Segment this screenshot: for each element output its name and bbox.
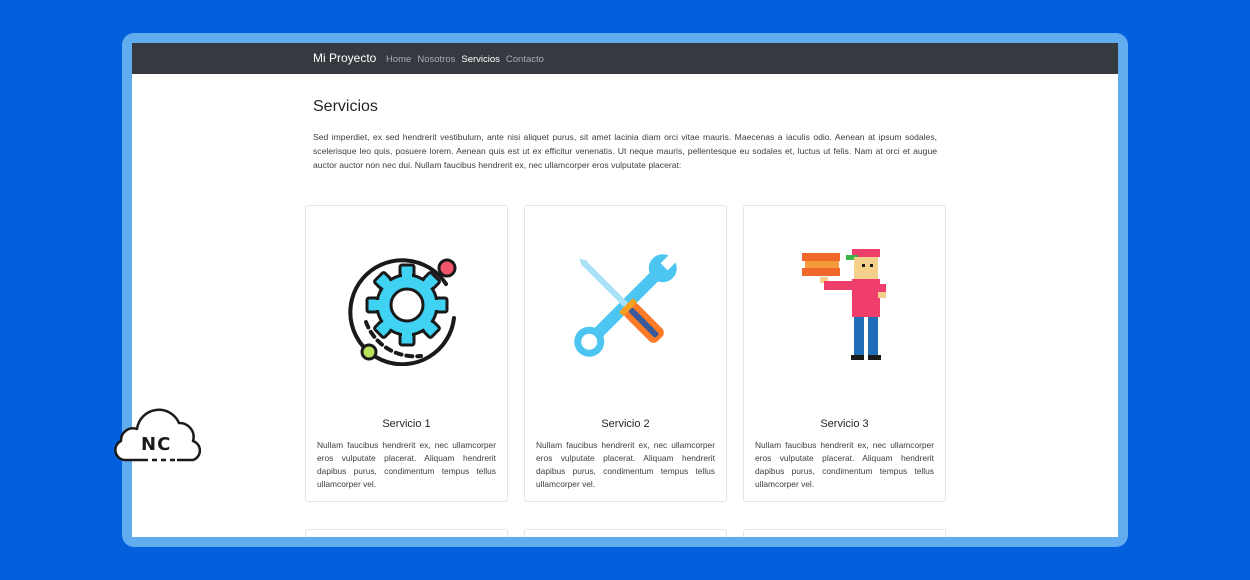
nav-link-nosotros[interactable]: Nosotros	[417, 54, 455, 65]
web-page: Mi Proyecto Home Nosotros Servicios Cont…	[132, 43, 1118, 537]
service-card-1: Servicio 1 Nullam faucibus hendrerit ex,…	[305, 205, 508, 502]
nav-link-servicios[interactable]: Servicios	[461, 54, 500, 65]
delivery-person-icon	[802, 249, 886, 360]
nav-link-home[interactable]: Home	[386, 54, 411, 65]
card-text: Nullam faucibus hendrerit ex, nec ullamc…	[536, 440, 715, 489]
service-card-6	[743, 529, 946, 537]
service-card-4	[305, 529, 508, 537]
gear-orbit-icon	[348, 258, 457, 366]
card-text: Nullam faucibus hendrerit ex, nec ullamc…	[755, 440, 934, 489]
card-title: Servicio 1	[382, 418, 431, 430]
navbar-brand[interactable]: Mi Proyecto	[313, 51, 376, 65]
navbar: Mi Proyecto Home Nosotros Servicios Cont…	[132, 43, 1118, 74]
nav-link-contacto[interactable]: Contacto	[506, 54, 544, 65]
logo-text: NC	[141, 434, 172, 455]
card-text: Nullam faucibus hendrerit ex, nec ullamc…	[317, 440, 496, 489]
browser-frame: Mi Proyecto Home Nosotros Servicios Cont…	[122, 33, 1128, 547]
service-card-3: Servicio 3 Nullam faucibus hendrerit ex,…	[743, 205, 946, 502]
nav-links: Home Nosotros Servicios Contacto	[386, 54, 550, 65]
service-card-5	[524, 529, 727, 537]
wrench-screwdriver-icon	[574, 251, 680, 357]
card-title: Servicio 2	[601, 418, 650, 430]
intro-paragraph: Sed imperdiet, ex sed hendrerit vestibul…	[313, 132, 937, 170]
card-title: Servicio 3	[820, 418, 869, 430]
service-card-2: Servicio 2 Nullam faucibus hendrerit ex,…	[524, 205, 727, 502]
page-title: Servicios	[313, 98, 378, 115]
